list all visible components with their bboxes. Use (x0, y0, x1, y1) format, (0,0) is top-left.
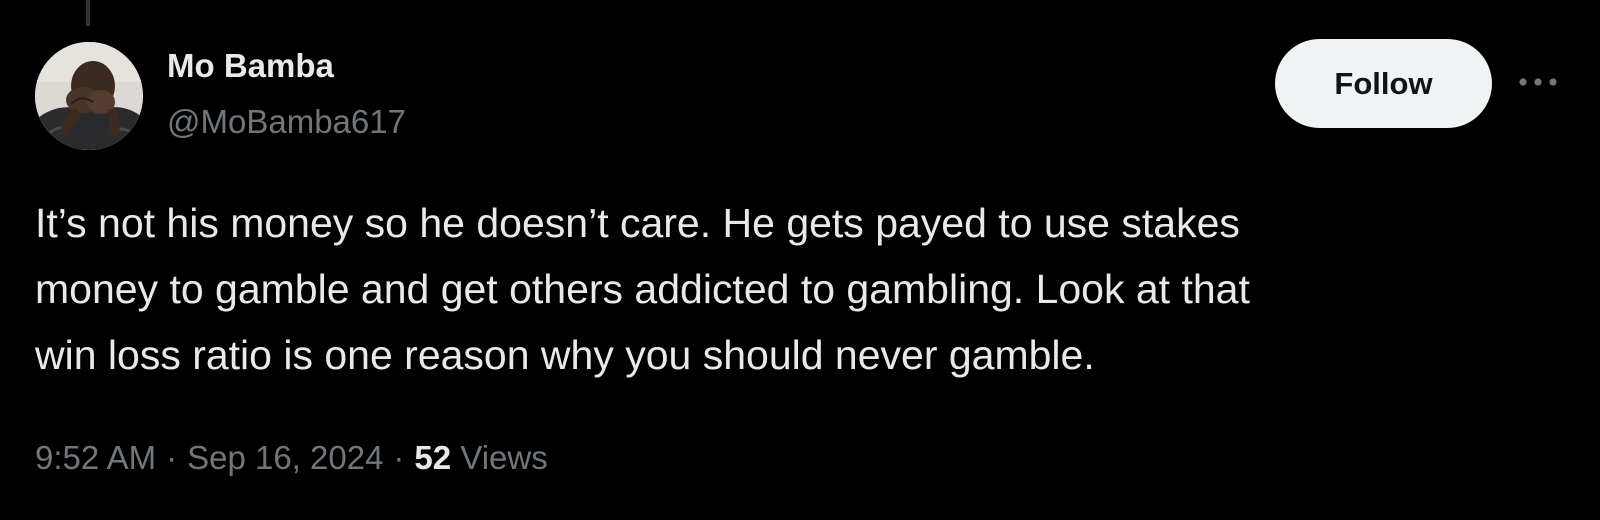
tweet-text-line: It’s not his money so he doesn’t care. H… (35, 200, 1240, 246)
tweet-text: It’s not his money so he doesn’t care. H… (35, 190, 1565, 388)
follow-button[interactable]: Follow (1275, 39, 1492, 128)
user-avatar-photo-icon (35, 42, 143, 150)
more-horizontal-icon (1519, 78, 1557, 86)
tweet-metadata: 9:52 AM · Sep 16, 2024 · 52 Views (35, 438, 548, 478)
views-count: 52 (414, 439, 452, 476)
avatar[interactable] (35, 42, 143, 150)
views-label: Views (460, 439, 548, 476)
author-handle[interactable]: @MoBamba617 (167, 102, 406, 142)
meta-separator: · (393, 439, 405, 476)
thread-connector-line (86, 0, 90, 26)
tweet-time[interactable]: 9:52 AM (35, 439, 156, 476)
more-options-button[interactable] (1512, 62, 1564, 102)
tweet-text-line: money to gamble and get others addicted … (35, 266, 1250, 312)
tweet-text-line: win loss ratio is one reason why you sho… (35, 332, 1095, 378)
author-display-name[interactable]: Mo Bamba (167, 46, 334, 86)
meta-separator: · (166, 439, 178, 476)
tweet-date[interactable]: Sep 16, 2024 (187, 439, 383, 476)
